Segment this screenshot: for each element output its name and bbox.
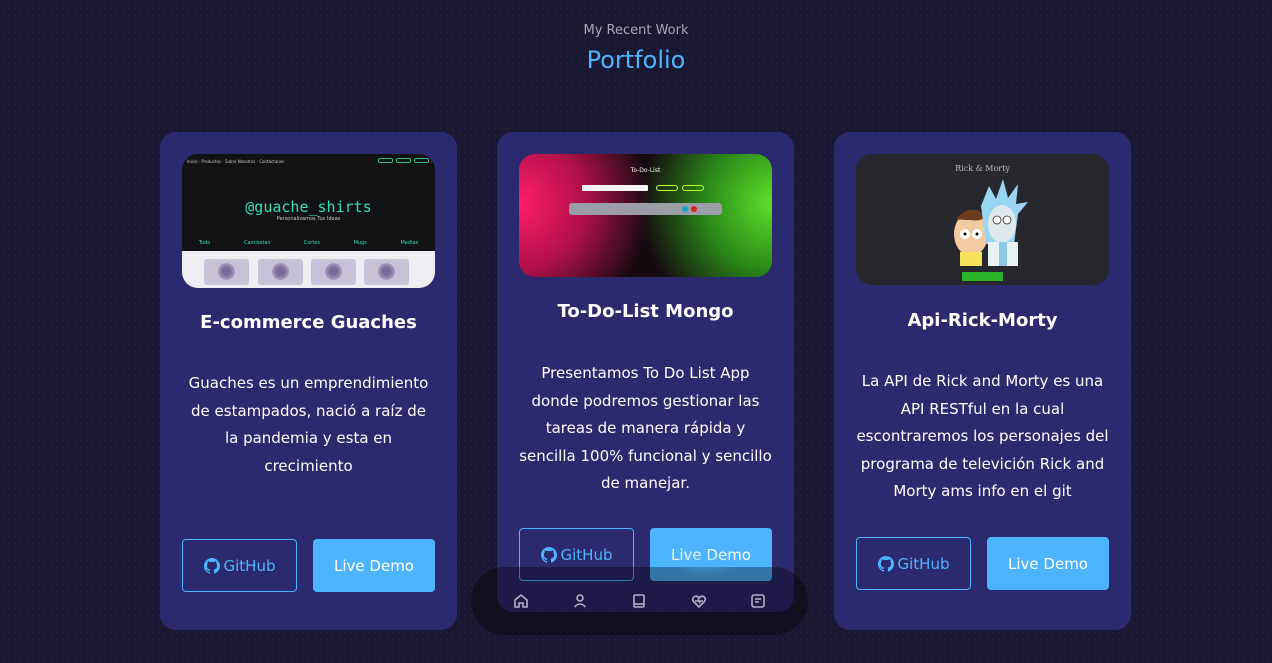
project-description: La API de Rick and Morty es una API REST…: [856, 372, 1109, 500]
rick-morty-illustration: [954, 179, 1028, 266]
active-glow: [671, 547, 741, 577]
github-label: GitHub: [223, 556, 276, 575]
live-demo-button[interactable]: Live Demo: [313, 539, 435, 592]
section-title: Portfolio: [586, 46, 686, 74]
screenshot-pill: [682, 185, 704, 191]
github-button[interactable]: GitHub: [856, 537, 971, 590]
project-card-todo: To-Do-List To-Do-List Mongo Presentamos …: [497, 132, 794, 612]
bottom-nav: [471, 547, 808, 635]
github-icon: [203, 557, 220, 574]
screenshot-pill: [656, 185, 678, 191]
screenshot-input: [582, 185, 648, 191]
user-icon[interactable]: [570, 591, 590, 611]
screenshot-brand: @guache_shirts: [245, 198, 372, 216]
project-card-guaches: Inicio · Productos · Sobre Nosotros · Co…: [160, 132, 457, 630]
screenshot-categories: Todo Camisetas Cortes Mugs Medias: [182, 240, 435, 246]
project-card-rick-morty: Rick & Morty Api-Rick-Morty La API de Ri…: [834, 132, 1131, 630]
screenshot-product-thumb: [364, 259, 409, 285]
screenshot-category: Medias: [400, 240, 419, 246]
screenshot-tagline: Personalizamos Tus Ideas: [276, 216, 341, 222]
project-title: Api-Rick-Morty: [907, 310, 1058, 331]
project-screenshot: To-Do-List: [519, 154, 772, 277]
screenshot-dot: [682, 206, 688, 212]
screenshot-product-thumb: [258, 259, 303, 285]
home-icon[interactable]: [511, 591, 531, 611]
screenshot-product-thumb: [204, 259, 249, 285]
project-title: To-Do-List Mongo: [557, 301, 734, 322]
screenshot-category: Cortes: [303, 240, 320, 246]
github-label: GitHub: [897, 554, 950, 573]
github-button[interactable]: GitHub: [182, 539, 297, 592]
screenshot-category: Camisetas: [243, 240, 271, 246]
live-demo-button[interactable]: Live Demo: [987, 537, 1109, 590]
screenshot-task-bar: [569, 203, 722, 215]
screenshot-category: Todo: [198, 240, 211, 246]
heart-icon[interactable]: [689, 591, 709, 611]
screenshot-product-thumb: [311, 259, 356, 285]
screenshot-nav-buttons: [378, 158, 429, 163]
github-icon: [540, 546, 557, 563]
message-icon[interactable]: [748, 591, 768, 611]
project-description: Presentamos To Do List App donde podremo…: [519, 364, 772, 492]
screenshot-button: [962, 272, 1003, 281]
section-subtitle: My Recent Work: [583, 23, 689, 38]
screenshot-nav: Inicio · Productos · Sobre Nosotros · Co…: [187, 159, 285, 164]
book-icon[interactable]: [629, 591, 649, 611]
github-icon: [877, 555, 894, 572]
screenshot-heading: To-Do-List: [630, 167, 661, 174]
project-screenshot: Inicio · Productos · Sobre Nosotros · Co…: [182, 154, 435, 288]
project-description: Guaches es un emprendimiento de estampad…: [188, 374, 429, 475]
screenshot-category: Mugs: [353, 240, 367, 246]
screenshot-dot: [691, 206, 697, 212]
project-title: E-commerce Guaches: [200, 312, 417, 333]
project-screenshot: Rick & Morty: [856, 154, 1109, 285]
github-label: GitHub: [560, 545, 613, 564]
